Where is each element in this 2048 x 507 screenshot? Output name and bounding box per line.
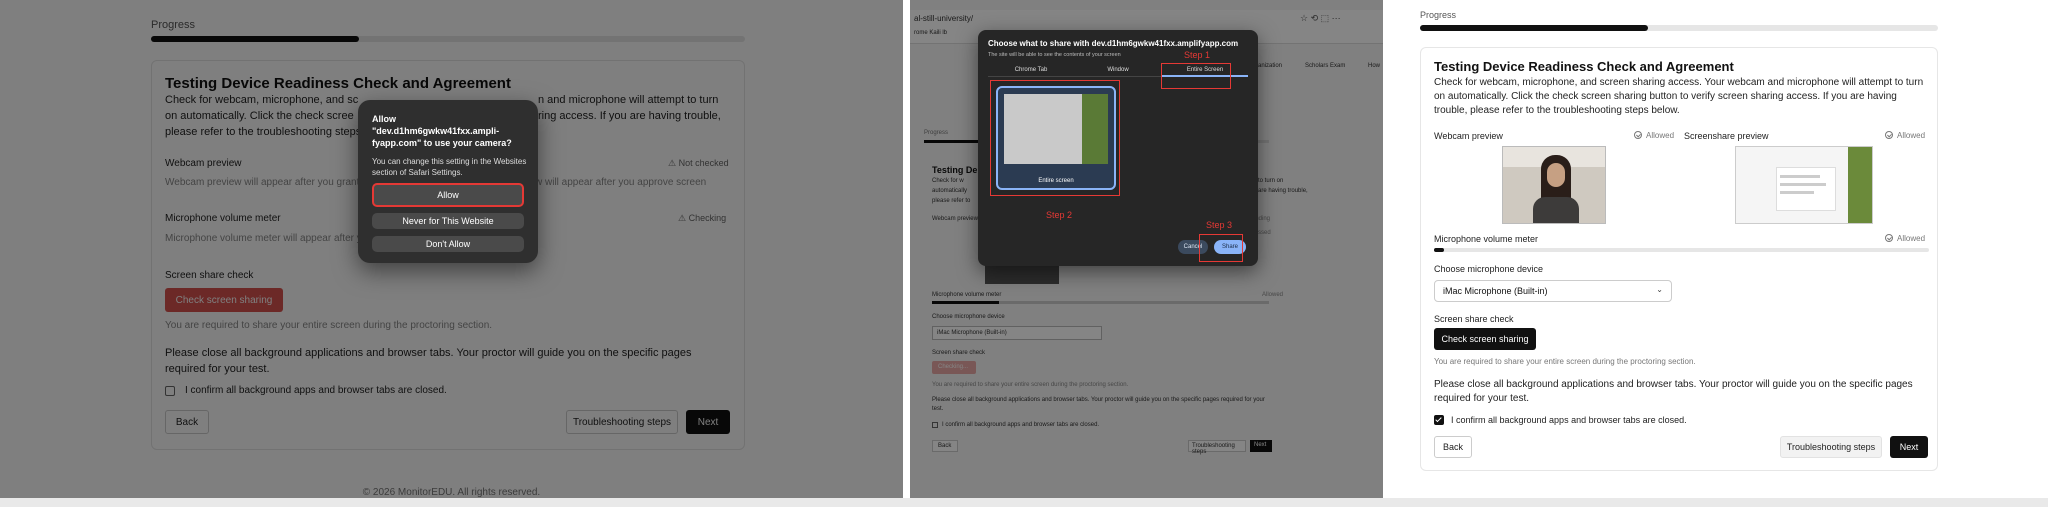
check-circle-icon: [1885, 131, 1893, 139]
progress-fill: [1420, 25, 1648, 31]
troubleshooting-button[interactable]: Troubleshooting steps: [1780, 436, 1882, 458]
picker-title: Choose what to share with dev.d1hm6gwkw4…: [988, 39, 1239, 48]
panel-all-allowed: Progress Testing Device Readiness Check …: [1390, 0, 2048, 507]
check-circle-icon: [1634, 131, 1642, 139]
person-body: [1533, 197, 1579, 223]
preview-text-line: [1780, 183, 1826, 186]
panel-share-screen-picker: al-still-university/ ☆ ⟲ ⬚ ⋯ rome Kaili …: [910, 0, 1383, 507]
person-face: [1547, 163, 1565, 187]
step1-highlight: [1161, 63, 1231, 89]
step1-label: Step 1: [1184, 50, 1211, 60]
webcam-status: Allowed: [1634, 131, 1674, 140]
screenshare-label: Screenshare preview: [1684, 131, 1769, 141]
mic-device-select[interactable]: iMac Microphone (Built-in) ⌄: [1434, 280, 1672, 302]
check-circle-icon: [1885, 234, 1893, 242]
preview-card: [1776, 167, 1836, 211]
chevron-down-icon: ⌄: [1656, 285, 1663, 294]
check-screen-sharing-button[interactable]: Check screen sharing: [1434, 328, 1536, 350]
dont-allow-button[interactable]: Don't Allow: [372, 236, 524, 252]
screenshare-status: Allowed: [1885, 131, 1925, 140]
panel-camera-permission: Progress Testing Device Readiness Check …: [0, 0, 903, 507]
camera-permission-dialog: Allow "dev.d1hm6gwkw41fxx.ampli- fyapp.c…: [358, 100, 538, 263]
tab-chrome-tab[interactable]: Chrome Tab: [988, 67, 1074, 73]
next-button[interactable]: Next: [1890, 436, 1928, 458]
picker-subtitle: The site will be able to see the content…: [988, 52, 1121, 58]
webcam-label: Webcam preview: [1434, 131, 1503, 141]
screen-required-note: You are required to share your entire sc…: [1434, 357, 1696, 366]
back-button[interactable]: Back: [1434, 436, 1472, 458]
progress-label: Progress: [1420, 10, 1457, 20]
preview-text-line: [1780, 191, 1814, 194]
step2-label: Step 2: [1046, 210, 1073, 220]
dialog-title: Allow "dev.d1hm6gwkw41fxx.ampli- fyapp.c…: [372, 114, 512, 148]
dialog-text: You can change this setting in the Websi…: [372, 157, 527, 177]
confirm-checkbox[interactable]: [1434, 415, 1444, 425]
step3-label: Step 3: [1206, 220, 1233, 230]
screenshare-status-text: Allowed: [1897, 131, 1926, 140]
screenshot-collage: Progress Testing Device Readiness Check …: [0, 0, 2048, 507]
page-title: Testing Device Readiness Check and Agree…: [1434, 59, 1734, 74]
screen-check-label: Screen share check: [1434, 314, 1514, 324]
mic-label: Microphone volume meter: [1434, 234, 1539, 244]
allow-button[interactable]: Allow: [372, 183, 524, 207]
wallpaper-region: [1848, 147, 1872, 223]
confirm-label: I confirm all background apps and browse…: [1451, 415, 1687, 425]
intro-text: Check for webcam, microphone, and screen…: [1434, 77, 1924, 116]
mic-status: Allowed: [1885, 234, 1925, 243]
close-apps-message: Please close all background applications…: [1434, 379, 1913, 404]
tab-window[interactable]: Window: [1075, 67, 1161, 73]
choose-mic-label: Choose microphone device: [1434, 264, 1544, 274]
progress-bar: [1420, 25, 1938, 31]
mic-volume-meter: [1434, 248, 1929, 252]
mic-status-text: Allowed: [1897, 234, 1926, 243]
mic-meter-fill: [1434, 248, 1444, 252]
screenshare-preview: [1735, 146, 1873, 224]
webcam-status-text: Allowed: [1646, 131, 1675, 140]
step3-highlight: [1199, 234, 1243, 262]
step2-highlight: [990, 80, 1120, 196]
bottom-strip: [0, 498, 2048, 507]
preview-text-line: [1780, 175, 1820, 178]
mic-device-value: iMac Microphone (Built-in): [1443, 286, 1548, 296]
never-allow-button[interactable]: Never for This Website: [372, 213, 524, 229]
webcam-preview-video: [1502, 146, 1606, 224]
